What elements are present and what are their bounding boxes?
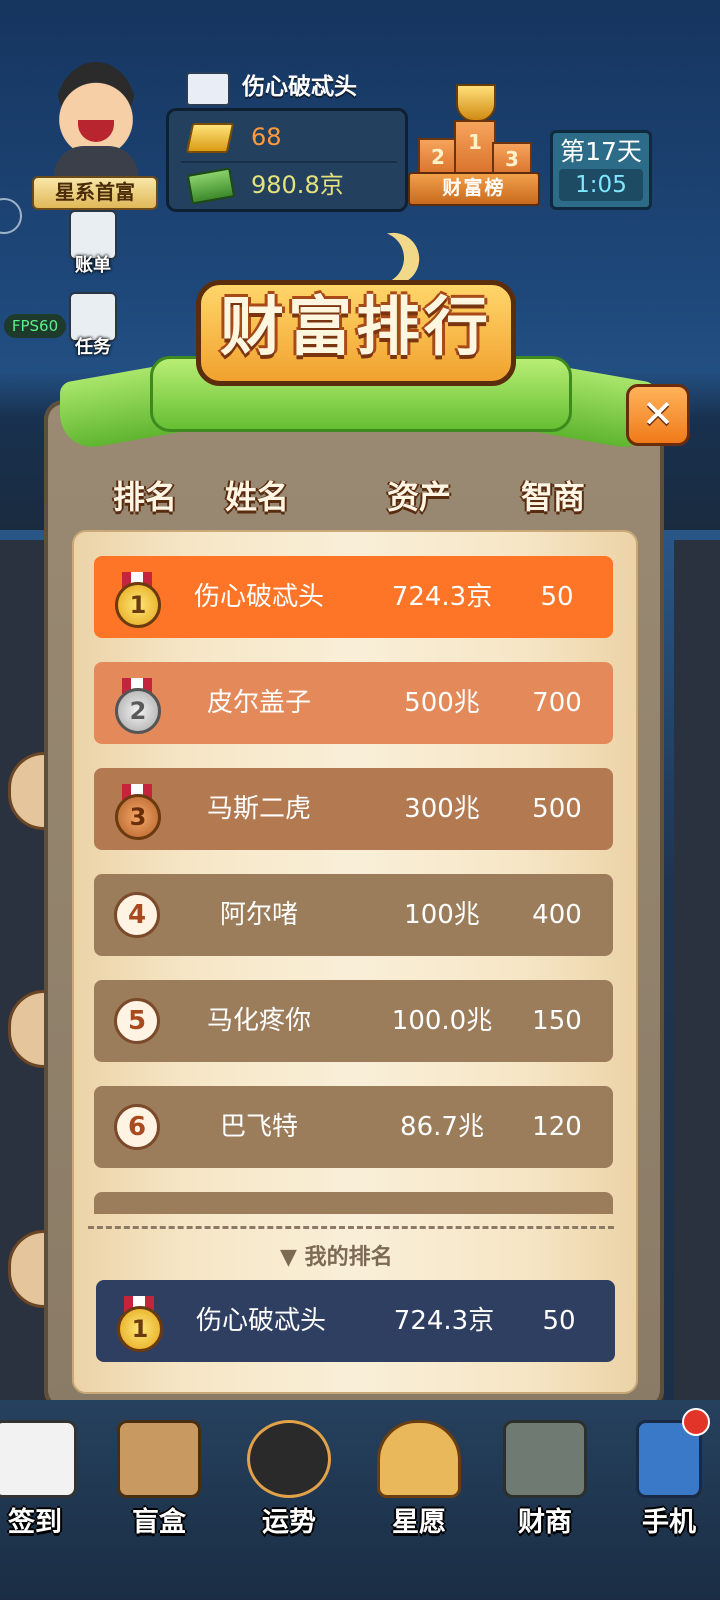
row-iq: 50 <box>540 582 574 612</box>
nav-label: 运势 <box>262 1507 316 1538</box>
leaderboard-label: 财富榜 <box>408 172 540 206</box>
ranking-row[interactable]: 2 皮尔盖子 500兆 700 <box>94 662 613 744</box>
ranking-row[interactable]: 5 马化疼你 100.0兆 150 <box>94 980 613 1062</box>
row-name: 伤心破忒头 <box>193 582 324 612</box>
player-name: 伤心破忒头 <box>242 74 357 100</box>
wish-tree-icon <box>377 1420 461 1498</box>
left-edge-circle[interactable] <box>0 198 22 234</box>
column-header-asset: 资产 <box>386 478 451 516</box>
id-card-icon <box>186 72 230 106</box>
podium-step-1: 1 <box>454 120 496 178</box>
notification-dot <box>682 1408 710 1436</box>
nav-label: 盲盒 <box>132 1507 186 1538</box>
panel-title: 财富排行 <box>220 291 492 365</box>
my-rank-label: ▼ 我的排名 <box>280 1240 450 1276</box>
ranking-row[interactable]: 4 阿尔啫 100兆 400 <box>94 874 613 956</box>
bill-label: 账单 <box>75 255 111 276</box>
day-clock: 第17天 1:05 <box>550 130 652 210</box>
row-name: 马斯二虎 <box>206 794 311 824</box>
gold-value: 68 <box>251 123 282 151</box>
row-name: 皮尔盖子 <box>206 688 311 718</box>
day-counter: 第17天 <box>560 137 642 166</box>
cash-icon <box>186 167 236 205</box>
row-name: 马化疼你 <box>206 1006 311 1036</box>
my-ranking-row[interactable]: 1 伤心破忒头 724.3京 50 <box>96 1280 615 1362</box>
bill-button[interactable]: 账单 <box>66 210 120 280</box>
cash-row: 980.8京 <box>181 161 397 207</box>
ranking-row[interactable]: 6 巴飞特 86.7兆 120 <box>94 1086 613 1168</box>
right-background-strip <box>674 540 720 1400</box>
row-iq: 50 <box>542 1306 576 1336</box>
bill-icon <box>69 210 117 260</box>
resource-card: 68 980.8京 <box>166 108 408 212</box>
divider <box>88 1226 614 1229</box>
gold-row: 68 <box>181 115 397 159</box>
nav-wish[interactable]: 星愿 <box>364 1414 474 1538</box>
leaderboard-button[interactable]: 2 1 3 财富榜 <box>408 84 540 206</box>
trophy-icon <box>456 84 496 122</box>
close-button[interactable]: ✕ <box>626 384 690 446</box>
row-name: 阿尔啫 <box>219 900 298 930</box>
nav-label: 星愿 <box>392 1507 446 1538</box>
nav-label: 手机 <box>642 1507 696 1538</box>
cash-value: 980.8京 <box>251 171 344 199</box>
column-header-name: 姓名 <box>224 478 289 516</box>
player-name-row: 伤心破忒头 <box>186 70 406 106</box>
card-icon <box>503 1420 587 1498</box>
checkin-icon <box>0 1420 77 1498</box>
nav-fortune[interactable]: 运势 <box>234 1414 344 1538</box>
my-rank-label-text: 我的排名 <box>304 1245 393 1270</box>
row-iq: 400 <box>532 900 582 930</box>
row-name: 伤心破忒头 <box>195 1306 326 1336</box>
nav-checkin[interactable]: 签到 <box>0 1414 90 1538</box>
row-name: 巴飞特 <box>219 1112 298 1142</box>
fps-counter: FPS60 <box>4 314 66 338</box>
row-iq: 700 <box>532 688 582 718</box>
ranking-row-partial <box>94 1192 613 1214</box>
avatar-face <box>56 62 136 158</box>
column-header-rank: 排名 <box>112 478 177 516</box>
nav-label: 签到 <box>8 1507 62 1538</box>
column-header-iq: 智商 <box>520 478 585 516</box>
nav-finance[interactable]: 财商 <box>490 1414 600 1538</box>
nav-blindbox[interactable]: 盲盒 <box>104 1414 214 1538</box>
gold-bar-icon <box>185 123 235 153</box>
ranking-row[interactable]: 1 伤心破忒头 724.3京 50 <box>94 556 613 638</box>
time-display: 1:05 <box>559 169 643 201</box>
row-iq: 150 <box>532 1006 582 1036</box>
ranking-row[interactable]: 3 马斯二虎 300兆 500 <box>94 768 613 850</box>
triangle-down-icon: ▼ <box>280 1245 297 1270</box>
avatar-title-badge: 星系首富 <box>32 176 158 210</box>
blindbox-icon <box>117 1420 201 1498</box>
row-iq: 120 <box>532 1112 582 1142</box>
nav-label: 财商 <box>518 1507 572 1538</box>
fortune-icon <box>247 1420 331 1498</box>
row-iq: 500 <box>532 794 582 824</box>
